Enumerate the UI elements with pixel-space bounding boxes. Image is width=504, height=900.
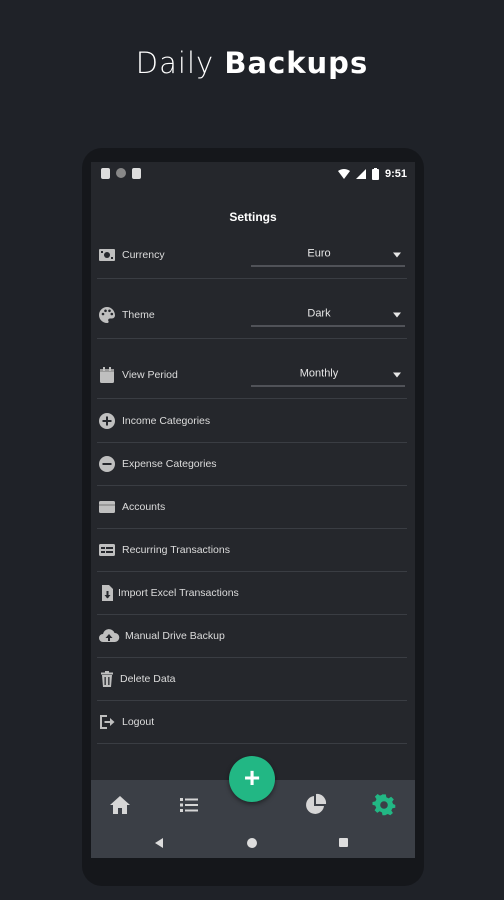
import-excel-label: Import Excel Transactions <box>118 587 239 599</box>
trash-icon <box>101 671 113 687</box>
plus-icon: + <box>243 762 261 793</box>
recurring-icon <box>99 544 115 556</box>
menu-import-excel[interactable]: Import Excel Transactions <box>97 572 407 615</box>
menu-expense-categories[interactable]: Expense Categories <box>97 443 407 486</box>
manual-drive-backup-label: Manual Drive Backup <box>125 630 225 642</box>
remove-circle-icon <box>99 456 115 472</box>
view-period-dropdown[interactable]: Monthly <box>251 364 405 387</box>
caret-down-icon <box>393 312 401 318</box>
wallet-icon <box>99 501 115 513</box>
view-period-value: Monthly <box>299 367 339 380</box>
back-icon[interactable] <box>155 838 163 848</box>
status-bar: 9:51 <box>91 162 415 188</box>
list-icon[interactable] <box>177 793 201 817</box>
pie-chart-icon[interactable] <box>303 793 327 817</box>
caret-down-icon <box>393 252 401 258</box>
file-import-icon <box>102 585 113 601</box>
gear-icon[interactable] <box>372 793 396 817</box>
battery-icon <box>371 168 379 180</box>
menu-delete-data[interactable]: Delete Data <box>97 658 407 701</box>
home-icon[interactable] <box>108 793 132 817</box>
currency-value: Euro <box>307 247 331 260</box>
app-screen: 9:51 Settings Currency Euro Theme Dark V… <box>91 162 415 858</box>
menu-recurring-transactions[interactable]: Recurring Transactions <box>97 529 407 572</box>
cash-icon <box>99 249 115 261</box>
palette-icon <box>99 307 115 323</box>
menu-logout[interactable]: Logout <box>97 701 407 744</box>
expense-categories-label: Expense Categories <box>122 458 217 470</box>
wifi-icon <box>337 169 350 179</box>
menu-accounts[interactable]: Accounts <box>97 486 407 529</box>
calendar-icon <box>100 367 114 383</box>
sync-icon <box>116 168 126 178</box>
home-button-icon[interactable] <box>247 838 257 848</box>
add-transaction-button[interactable]: + <box>229 756 275 802</box>
page-title: Settings <box>229 210 277 224</box>
signal-icon <box>355 169 366 179</box>
headline-prefix: Daily <box>135 46 215 80</box>
accounts-label: Accounts <box>122 501 166 513</box>
caret-down-icon <box>393 372 401 378</box>
menu-income-categories[interactable]: Income Categories <box>97 400 407 443</box>
setting-view-period: View Period Monthly <box>97 352 407 399</box>
delete-data-label: Delete Data <box>120 673 176 685</box>
sd-card-icon <box>132 168 141 179</box>
logout-label: Logout <box>122 716 155 728</box>
recurring-transactions-label: Recurring Transactions <box>122 544 230 556</box>
notification-icon <box>101 168 110 179</box>
theme-dropdown[interactable]: Dark <box>251 304 405 327</box>
theme-value: Dark <box>307 307 331 320</box>
setting-currency: Currency Euro <box>97 232 407 279</box>
menu-manual-drive-backup[interactable]: Manual Drive Backup <box>97 615 407 658</box>
headline-bold: Backups <box>224 46 369 80</box>
cloud-upload-icon <box>99 629 120 642</box>
currency-dropdown[interactable]: Euro <box>251 244 405 267</box>
status-time: 9:51 <box>384 168 407 180</box>
setting-theme: Theme Dark <box>97 292 407 339</box>
theme-label: Theme <box>122 309 155 321</box>
add-circle-icon <box>99 413 115 429</box>
system-nav-bar <box>91 828 415 858</box>
currency-label: Currency <box>122 249 165 261</box>
logout-icon <box>100 715 115 729</box>
recent-apps-icon[interactable] <box>339 838 348 847</box>
income-categories-label: Income Categories <box>122 415 211 427</box>
promo-headline: Daily Backups <box>0 46 504 80</box>
view-period-label: View Period <box>122 369 178 381</box>
